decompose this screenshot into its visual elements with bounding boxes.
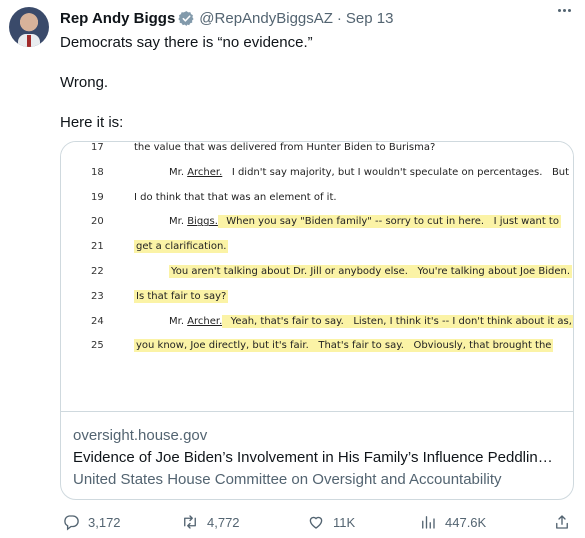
highlighted-text: You aren't talking about Dr. Jill or any… (169, 265, 573, 278)
author-handle[interactable]: @RepAndyBiggsAZ (199, 10, 333, 27)
line-number: 21 (91, 241, 104, 253)
card-title: Evidence of Joe Biden’s Involvement in H… (73, 449, 553, 466)
views-button[interactable]: 447.6K (419, 513, 486, 531)
transcript-text: Biggs. (187, 216, 218, 228)
line-text: Mr. Biggs. When you say "Biden family" -… (169, 215, 561, 229)
action-bar: 3,172 4,772 11K 447.6K (60, 513, 574, 533)
tweet-line: Wrong. (60, 74, 109, 91)
line-text: Is that fair to say? (134, 289, 229, 303)
like-icon (309, 516, 323, 529)
like-button[interactable]: 11K (307, 513, 355, 531)
highlighted-text: Is that fair to say? (134, 289, 229, 303)
line-text: Mr. Archer. I didn't say majority, but I… (169, 167, 569, 178)
line-number: 25 (91, 340, 104, 352)
line-number: 18 (91, 166, 104, 178)
transcript-text: Mr. (169, 166, 188, 178)
line-text: you know, Joe directly, but it's fair. T… (134, 339, 554, 353)
tweet-line: Democrats say there is “no evidence.” (60, 34, 313, 51)
line-number: 23 (91, 290, 104, 302)
views-icon (422, 516, 435, 529)
retweet-button[interactable]: 4,772 (181, 513, 240, 531)
highlighted-text: get a clarification. (134, 240, 229, 254)
card-description: United States House Committee on Oversig… (73, 471, 502, 488)
transcript-text: Archer. (187, 315, 223, 327)
line-number: 24 (91, 315, 104, 327)
share-icon (556, 515, 568, 529)
transcript-text: I do think that that was an element of i… (134, 191, 337, 203)
card-meta: oversight.house.gov Evidence of Joe Bide… (73, 425, 561, 491)
transcript-text: the value that was delivered from Hunter… (134, 142, 436, 153)
line-text: I do think that that was an element of i… (134, 192, 337, 203)
retweet-count: 4,772 (207, 514, 240, 530)
line-number: 20 (91, 216, 104, 228)
reply-icon (64, 515, 79, 531)
tweet-text: Democrats say there is “no evidence.” Wr… (60, 33, 313, 133)
transcript-text: Archer. (187, 166, 223, 178)
tweet-header: Rep Andy Biggs @RepAndyBiggsAZ · Sep 13 (60, 8, 393, 28)
separator-dot: · (336, 9, 342, 27)
share-button[interactable] (553, 513, 571, 531)
transcript-text: I didn't say majority, but I wouldn't sp… (222, 166, 570, 178)
transcript-image[interactable]: 17 the value that was delivered from Hunt… (61, 142, 573, 412)
avatar[interactable] (9, 7, 49, 47)
line-text: get a clarification. (134, 240, 229, 254)
author-name[interactable]: Rep Andy Biggs (60, 10, 175, 27)
transcript-text: Mr. (169, 315, 188, 327)
line-number: 22 (91, 266, 104, 277)
more-icon[interactable] (558, 9, 571, 12)
line-number: 17 (91, 142, 104, 153)
tweet-date[interactable]: Sep 13 (346, 10, 394, 27)
retweet-icon (184, 515, 196, 529)
link-card[interactable]: 17 the value that was delivered from Hunt… (60, 141, 574, 500)
line-text: Mr. Archer. Yeah, that's fair to say. Li… (169, 314, 573, 328)
line-text: You aren't talking about Dr. Jill or any… (169, 265, 573, 278)
transcript-text: Mr. (169, 216, 188, 228)
highlighted-text: you know, Joe directly, but it's fair. T… (134, 339, 554, 353)
card-domain: oversight.house.gov (73, 427, 208, 444)
line-text: the value that was delivered from Hunter… (134, 142, 435, 153)
line-number: 19 (91, 191, 104, 203)
reply-count: 3,172 (88, 514, 121, 530)
like-count: 11K (333, 514, 356, 530)
verified-badge-icon (178, 10, 195, 27)
tweet-line: Here it is: (60, 114, 124, 131)
highlighted-text: Yeah, that's fair to say. Listen, I thin… (222, 314, 573, 328)
views-count: 447.6K (445, 514, 487, 530)
avatar-tie (27, 35, 31, 47)
reply-button[interactable]: 3,172 (62, 513, 121, 531)
highlighted-text: When you say "Biden family" -- sorry to … (217, 215, 561, 229)
